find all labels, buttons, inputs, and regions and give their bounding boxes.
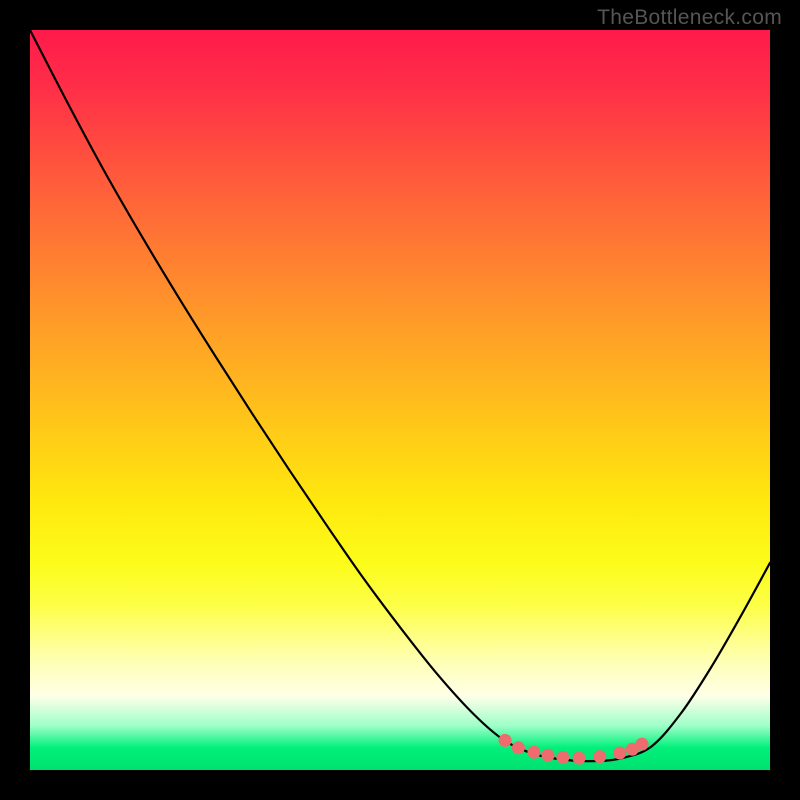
highlight-marker <box>613 746 626 759</box>
chart-svg <box>30 30 770 770</box>
chart-root: TheBottleneck.com <box>0 0 800 800</box>
watermark-text: TheBottleneck.com <box>597 6 782 30</box>
highlight-markers-group <box>499 734 649 765</box>
highlight-marker <box>593 750 606 763</box>
highlight-marker <box>573 752 586 765</box>
highlight-marker <box>512 741 525 754</box>
highlight-marker <box>635 738 648 751</box>
highlight-marker <box>499 734 512 747</box>
chart-plot-area <box>30 30 770 770</box>
highlight-marker <box>542 749 555 762</box>
highlight-marker <box>556 751 569 764</box>
bottleneck-curve-line <box>30 30 770 761</box>
highlight-marker <box>527 746 540 759</box>
